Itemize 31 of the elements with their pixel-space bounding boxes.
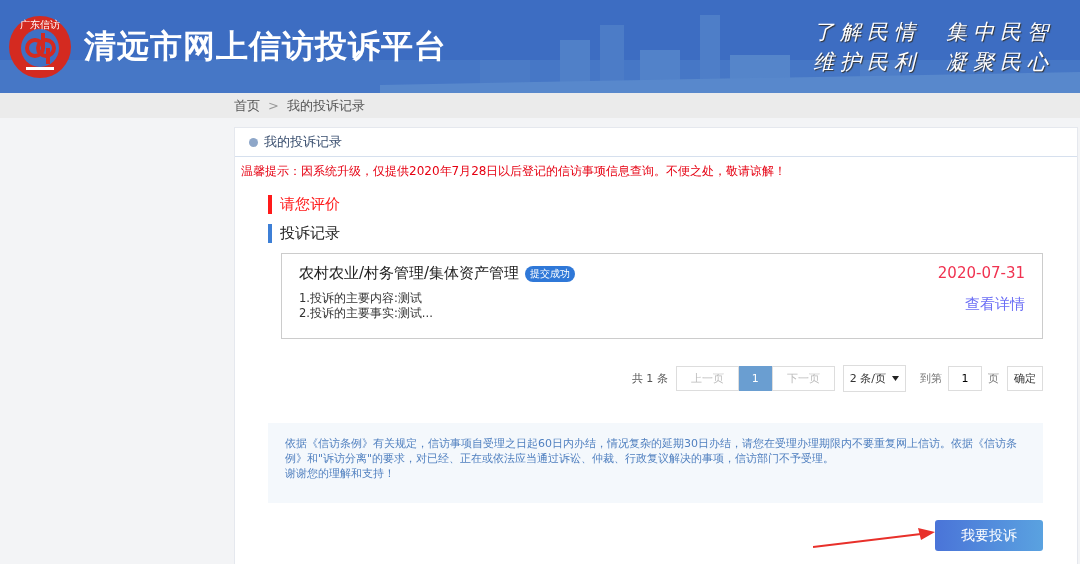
breadcrumb-link[interactable]: 首页 [234, 96, 260, 115]
section-title: 请您评价 [280, 194, 340, 214]
notice-text: 谢谢您的理解和支持！ [285, 466, 396, 481]
confirm-button[interactable]: 确定 [1007, 366, 1043, 391]
total-count: 共 1 条 [631, 371, 668, 386]
page-unit: 页 [988, 371, 999, 386]
arrow-icon [813, 528, 935, 548]
slogan: 了解民情 集中民智 [812, 18, 1054, 46]
slogan: 维护民利 凝聚民心 [812, 48, 1054, 76]
record-date: 2020-07-31 [937, 264, 1025, 282]
status-badge: 提交成功 [525, 265, 576, 282]
warning-text: 温馨提示：因系统升级，仅提供2020年7月28日以后登记的信访事项信息查询。不便之处，敬请谅解！ [241, 163, 788, 180]
page-button[interactable]: 1 [738, 366, 772, 391]
panel-title: 我的投诉记录 [264, 133, 342, 151]
notice-text: 依据《信访条例》有关规定，信访事项自受理之日起60日内办结，情况复杂的延期30日办结，请您在受理办理期限内不要重复网上信访。依据《信访条例》和"诉访分离"的要求，对已经、正在或依法应当通过诉讼、仲裁、行政复议解决的事项，信访部门不予受理。 [285, 436, 1018, 466]
record-line: 1.投诉的主要内容:测试 [299, 291, 423, 306]
detail-link[interactable]: 查看详情 [965, 295, 1025, 314]
page-input[interactable]: 1 [948, 366, 982, 391]
page-size-select[interactable]: 2 条/页 [842, 365, 906, 392]
submit-complaint-button[interactable]: 我要投诉 [935, 520, 1043, 551]
caret-icon [892, 376, 899, 381]
breadcrumb-item: 我的投诉记录 [286, 96, 365, 115]
record-line: 2.投诉的主要事实:测试... [299, 306, 434, 321]
record-category: 农村农业/村务管理/集体资产管理 [299, 264, 520, 283]
logo-text: 广东信访 [19, 19, 61, 30]
bullet-icon [249, 137, 258, 147]
site-title: 清远市网上信访投诉平台 [84, 25, 447, 67]
section-title: 投诉记录 [280, 223, 340, 243]
goto-label: 到第 [920, 371, 942, 386]
breadcrumb-separator: > [268, 98, 279, 113]
logo-icon [8, 14, 72, 79]
